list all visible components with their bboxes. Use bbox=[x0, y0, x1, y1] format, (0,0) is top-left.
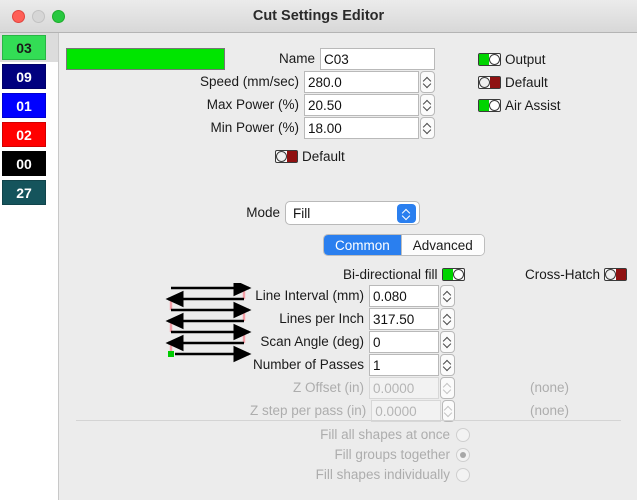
z-step-per-pass-input bbox=[371, 400, 442, 422]
z-offset-suffix-row: (none) bbox=[530, 377, 569, 399]
fill-shapes-individually-radio bbox=[456, 468, 470, 482]
speed-row: Speed (mm/sec) bbox=[200, 71, 435, 93]
fill-all-shapes-radio bbox=[456, 428, 470, 442]
z-step-none-label: (none) bbox=[530, 403, 570, 418]
sidebar-layer-09[interactable]: 09 bbox=[0, 62, 58, 91]
fill-shapes-individually-row[interactable]: Fill shapes individually bbox=[240, 464, 470, 486]
name-input[interactable] bbox=[320, 48, 435, 70]
window-title: Cut Settings Editor bbox=[252, 8, 385, 24]
sidebar-layer-03[interactable]: 03 bbox=[0, 33, 58, 62]
title-bar: Cut Settings Editor bbox=[0, 0, 637, 33]
output-toggle[interactable] bbox=[478, 52, 501, 66]
speed-stepper[interactable] bbox=[420, 71, 435, 93]
cross-hatch-toggle[interactable] bbox=[604, 267, 628, 281]
max-power-input[interactable] bbox=[304, 94, 419, 116]
max-power-label: Max Power (%) bbox=[206, 97, 299, 112]
mode-label-row: Mode bbox=[220, 201, 280, 225]
z-offset-row: Z Offset (in) bbox=[250, 377, 455, 399]
bidirectional-fill-path-diagram bbox=[165, 283, 252, 363]
bidirectional-fill-row: Bi-directional fill bbox=[343, 263, 465, 285]
cut-settings-editor-window: Cut Settings Editor 03 09 01 02 00 27 Na… bbox=[0, 0, 637, 500]
speed-label: Speed (mm/sec) bbox=[200, 74, 300, 89]
default-head-label: Default bbox=[505, 74, 548, 90]
layer-list-sidebar[interactable]: 03 09 01 02 00 27 bbox=[0, 33, 59, 500]
scan-angle-stepper[interactable] bbox=[440, 331, 455, 353]
z-step-per-pass-label: Z step per pass (in) bbox=[250, 403, 367, 418]
settings-panel: Name Output Speed (mm/sec) Default Max P… bbox=[60, 33, 637, 500]
sidebar-layer-00[interactable]: 00 bbox=[0, 149, 58, 178]
z-offset-none-label: (none) bbox=[530, 380, 570, 395]
lines-per-inch-row: Lines per Inch bbox=[250, 308, 455, 330]
layer-color-chip: 00 bbox=[2, 151, 46, 176]
default-layer-label: Default bbox=[302, 148, 345, 164]
name-label: Name bbox=[278, 51, 315, 66]
default-layer-toggle-row: Default bbox=[275, 145, 345, 167]
fill-all-shapes-row[interactable]: Fill all shapes at once bbox=[240, 424, 470, 446]
max-power-row: Max Power (%) bbox=[200, 94, 435, 116]
z-offset-stepper bbox=[440, 377, 455, 399]
fill-groups-together-row[interactable]: Fill groups together bbox=[240, 444, 470, 466]
tab-advanced[interactable]: Advanced bbox=[400, 235, 484, 255]
fill-groups-together-radio bbox=[456, 448, 470, 462]
tab-common[interactable]: Common bbox=[324, 235, 401, 255]
output-label: Output bbox=[505, 51, 546, 67]
air-assist-toggle-row: Air Assist bbox=[478, 94, 561, 116]
layer-color-chip: 01 bbox=[2, 93, 46, 118]
layer-color-swatch[interactable] bbox=[66, 48, 225, 70]
z-offset-input bbox=[369, 377, 439, 399]
output-toggle-row: Output bbox=[478, 48, 546, 70]
mode-label: Mode bbox=[246, 205, 280, 220]
sidebar-layer-02[interactable]: 02 bbox=[0, 120, 58, 149]
default-layer-toggle[interactable] bbox=[275, 149, 298, 163]
z-offset-label: Z Offset (in) bbox=[292, 380, 364, 395]
max-power-stepper[interactable] bbox=[420, 94, 435, 116]
layer-color-chip: 27 bbox=[2, 180, 46, 205]
min-power-row: Min Power (%) bbox=[200, 117, 435, 139]
fill-all-shapes-label: Fill all shapes at once bbox=[320, 427, 450, 442]
z-step-suffix-row: (none) bbox=[530, 400, 569, 422]
cross-hatch-label: Cross-Hatch bbox=[525, 266, 601, 282]
speed-input[interactable] bbox=[304, 71, 420, 93]
name-row: Name bbox=[220, 48, 435, 70]
z-step-per-pass-row: Z step per pass (in) bbox=[250, 400, 455, 422]
sidebar-layer-01[interactable]: 01 bbox=[0, 91, 58, 120]
mode-combobox[interactable]: Fill bbox=[285, 201, 420, 225]
mode-value: Fill bbox=[293, 205, 311, 221]
settings-tabs[interactable]: Common Advanced bbox=[323, 234, 485, 256]
bidirectional-fill-toggle[interactable] bbox=[441, 267, 465, 281]
sidebar-layer-27[interactable]: 27 bbox=[0, 178, 58, 207]
min-power-input[interactable] bbox=[304, 117, 419, 139]
fill-groups-together-label: Fill groups together bbox=[334, 447, 450, 462]
number-of-passes-row: Number of Passes bbox=[250, 354, 455, 376]
number-of-passes-stepper[interactable] bbox=[440, 354, 455, 376]
default-head-toggle-row: Default bbox=[478, 71, 548, 93]
layer-color-chip: 03 bbox=[2, 35, 46, 60]
layer-color-chip: 09 bbox=[2, 64, 46, 89]
lines-per-inch-stepper[interactable] bbox=[440, 308, 455, 330]
lines-per-inch-input[interactable] bbox=[369, 308, 439, 330]
air-assist-toggle[interactable] bbox=[478, 98, 501, 112]
air-assist-label: Air Assist bbox=[505, 97, 561, 113]
cross-hatch-row: Cross-Hatch bbox=[525, 263, 628, 285]
fill-shapes-individually-label: Fill shapes individually bbox=[315, 467, 450, 482]
min-power-stepper[interactable] bbox=[420, 117, 435, 139]
scan-angle-row: Scan Angle (deg) bbox=[250, 331, 455, 353]
line-interval-row: Line Interval (mm) bbox=[250, 285, 455, 307]
scan-angle-input[interactable] bbox=[369, 331, 439, 353]
line-interval-stepper[interactable] bbox=[440, 285, 455, 307]
lines-per-inch-label: Lines per Inch bbox=[279, 311, 364, 326]
min-power-label: Min Power (%) bbox=[210, 120, 299, 135]
scan-angle-label: Scan Angle (deg) bbox=[260, 334, 364, 349]
chevron-updown-icon[interactable] bbox=[397, 204, 416, 223]
section-divider bbox=[76, 420, 621, 421]
line-interval-input[interactable] bbox=[369, 285, 439, 307]
layer-color-chip: 02 bbox=[2, 122, 46, 147]
z-step-per-pass-stepper bbox=[442, 400, 455, 422]
bidirectional-fill-label: Bi-directional fill bbox=[343, 266, 438, 282]
default-head-toggle[interactable] bbox=[478, 75, 501, 89]
number-of-passes-input[interactable] bbox=[369, 354, 439, 376]
